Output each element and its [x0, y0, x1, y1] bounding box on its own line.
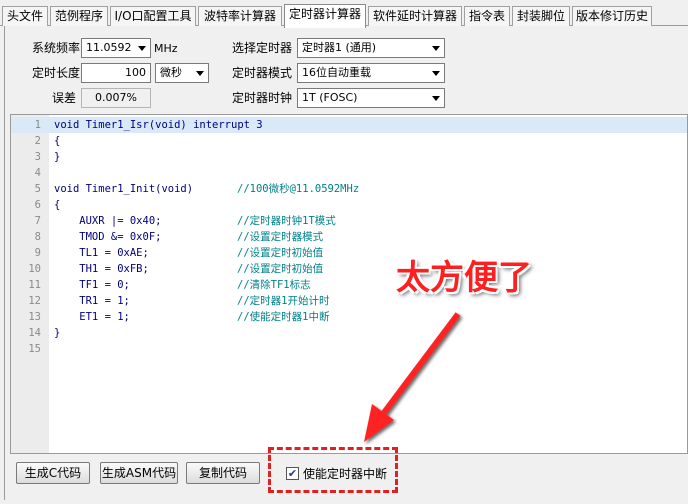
code-line: 10 TH1 = 0xFB; //设置定时初始值 — [11, 261, 687, 277]
highlight-box — [268, 447, 398, 493]
code-comment: //设置定时初始值 — [237, 263, 324, 275]
chevron-down-icon — [196, 71, 204, 76]
line-number: 1 — [34, 119, 41, 131]
line-number: 11 — [28, 279, 41, 291]
code-editor[interactable]: 1 void Timer1_Isr(void) interrupt 3 2{3} 4 5… — [10, 114, 688, 454]
code-text: } — [54, 327, 61, 339]
tab-version-history[interactable]: 版本修订历史 — [572, 6, 652, 26]
code-line: 11 TF1 = 0; //清除TF1标志 — [11, 277, 687, 293]
chevron-down-icon — [432, 96, 440, 101]
timer-select-value: 定时器1 (通用) — [302, 41, 377, 54]
code-line: 7 AUXR |= 0x40; //定时器时钟1T模式 — [11, 213, 687, 229]
code-line: 5 void Timer1_Init(void) //100微秒@11.0592MH… — [11, 181, 687, 197]
code-text: { — [54, 135, 61, 147]
timer-mode-value: 16位自动重载 — [302, 66, 371, 79]
timer-clock-select[interactable]: 1T (FOSC) — [297, 88, 445, 108]
line-number: 9 — [34, 247, 41, 259]
length-input[interactable]: 100 — [81, 63, 151, 83]
tab-io-config[interactable]: I/O口配置工具 — [110, 6, 196, 26]
line-number: 10 — [28, 263, 41, 275]
code-line: 14} — [11, 325, 687, 341]
annotation-arrow-icon — [364, 312, 461, 442]
tab-header-files[interactable]: 头文件 — [2, 6, 48, 26]
tab-delay-calc[interactable]: 软件延时计算器 — [368, 6, 462, 26]
code-text: TR1 = 1; — [54, 295, 130, 307]
tab-bar: 头文件 范例程序 I/O口配置工具 波特率计算器 定时器计算器 软件延时计算器 … — [0, 4, 688, 28]
code-comment: //100微秒@11.0592MHz — [237, 183, 360, 195]
code-text: void Timer1_Isr(void) interrupt 3 — [54, 119, 263, 131]
code-comment: //清除TF1标志 — [237, 279, 311, 291]
line-number: 13 — [28, 311, 41, 323]
code-text: void Timer1_Init(void) — [54, 183, 194, 195]
copy-code-button[interactable]: 复制代码 — [186, 462, 260, 484]
code-comment: //定时器时钟1T模式 — [237, 215, 336, 227]
line-number: 15 — [28, 343, 41, 355]
line-number: 6 — [34, 199, 41, 211]
code-line: 13 ET1 = 1; //使能定时器1中断 — [11, 309, 687, 325]
code-text: { — [54, 199, 61, 211]
code-text: TL1 = 0xAE; — [54, 247, 149, 259]
code-comment: //设置定时初始值 — [237, 247, 324, 259]
code-text: } — [54, 151, 61, 163]
line-number: 2 — [34, 135, 41, 147]
tab-timer-calc[interactable]: 定时器计算器 — [284, 4, 366, 28]
line-number: 7 — [34, 215, 41, 227]
code-comment: //定时器1开始计时 — [237, 295, 330, 307]
freq-combobox[interactable]: 11.0592 — [81, 38, 151, 58]
code-line: 15 — [11, 341, 687, 357]
line-number: 8 — [34, 231, 41, 243]
timer-select-label: 选择定时器 — [232, 41, 293, 55]
code-line: 3} — [11, 149, 687, 165]
error-value: 0.007% — [81, 88, 151, 108]
code-line: 1 void Timer1_Isr(void) interrupt 3 — [11, 117, 687, 133]
line-number: 3 — [34, 151, 41, 163]
tab-examples[interactable]: 范例程序 — [50, 6, 108, 26]
code-line: 8 TMOD &= 0x0F; //设置定时器模式 — [11, 229, 687, 245]
code-comment: //使能定时器1中断 — [237, 311, 330, 323]
code-line: 12 TR1 = 1; //定时器1开始计时 — [11, 293, 687, 309]
tab-instructions[interactable]: 指令表 — [464, 6, 510, 26]
code-line: 9 TL1 = 0xAE; //设置定时初始值 — [11, 245, 687, 261]
code-line: 4 — [11, 165, 687, 181]
generate-c-code-button[interactable]: 生成C代码 — [16, 462, 90, 484]
line-number: 14 — [28, 327, 41, 339]
code-line: 2{ — [11, 133, 687, 149]
chevron-down-icon — [432, 46, 440, 51]
freq-unit: MHz — [154, 42, 178, 55]
timer-mode-label: 定时器模式 — [232, 66, 293, 80]
code-text: TMOD &= 0x0F; — [54, 231, 162, 243]
length-label: 定时长度 — [32, 66, 81, 80]
tab-packages[interactable]: 封装脚位 — [512, 6, 570, 26]
length-unit-select[interactable]: 微秒 — [155, 63, 209, 83]
code-text: TF1 = 0; — [54, 279, 130, 291]
line-number: 5 — [34, 183, 41, 195]
freq-label: 系统频率 — [32, 41, 81, 55]
timer-clock-value: 1T (FOSC) — [302, 91, 358, 104]
length-unit-value: 微秒 — [160, 66, 182, 79]
code-line: 6{ — [11, 197, 687, 213]
code-text: ET1 = 1; — [54, 311, 130, 323]
chevron-down-icon — [138, 46, 146, 51]
code-text: AUXR |= 0x40; — [54, 215, 162, 227]
timer-mode-select[interactable]: 16位自动重载 — [297, 63, 445, 83]
timer-clock-label: 定时器时钟 — [232, 91, 293, 105]
code-comment: //设置定时器模式 — [237, 231, 324, 243]
error-label: 误差 — [52, 91, 77, 105]
timer-select[interactable]: 定时器1 (通用) — [297, 38, 445, 58]
annotation-text: 太方便了 — [396, 258, 532, 298]
chevron-down-icon — [432, 71, 440, 76]
code-text: TH1 = 0xFB; — [54, 263, 149, 275]
freq-value: 11.0592 — [86, 41, 132, 54]
line-number: 4 — [34, 167, 41, 179]
tab-baud-calc[interactable]: 波特率计算器 — [198, 6, 282, 26]
line-number: 12 — [28, 295, 41, 307]
generate-asm-code-button[interactable]: 生成ASM代码 — [100, 462, 178, 484]
